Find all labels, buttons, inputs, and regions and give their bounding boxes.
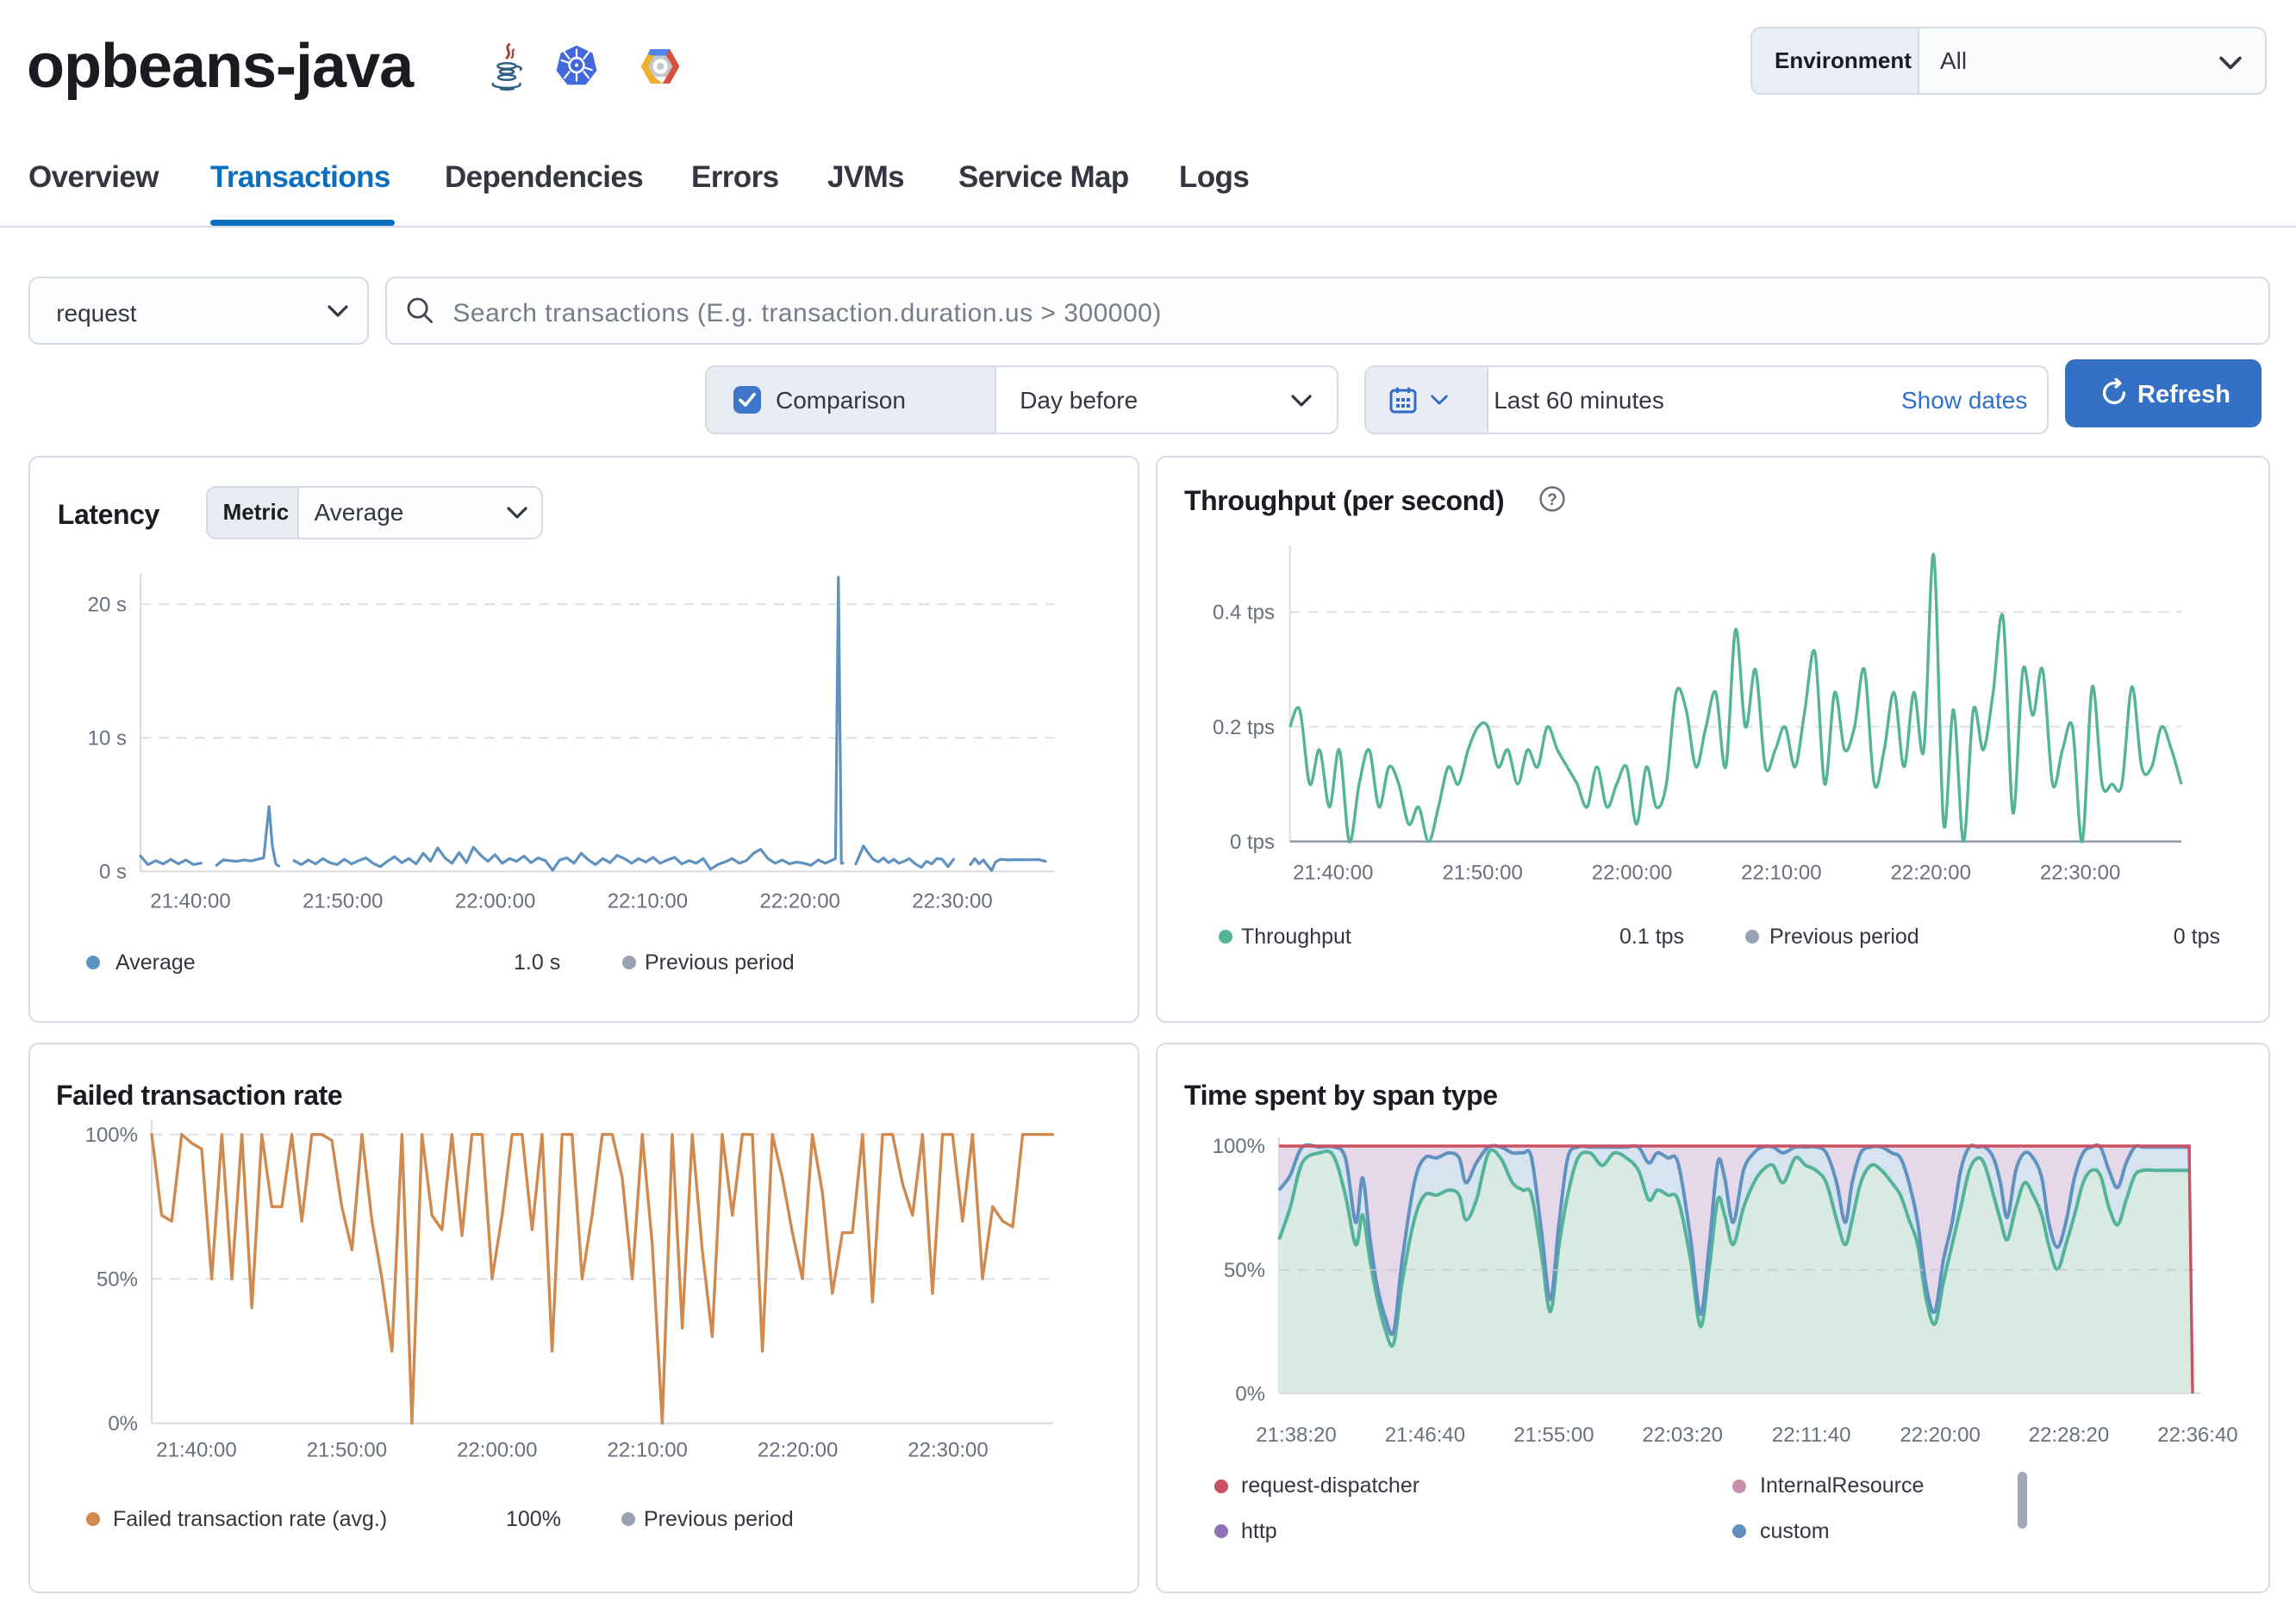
svg-text:0.2 tps: 0.2 tps	[1213, 716, 1275, 739]
svg-text:22:00:00: 22:00:00	[455, 889, 535, 913]
svg-text:22:11:40: 22:11:40	[1772, 1423, 1851, 1447]
svg-text:21:50:00: 21:50:00	[1442, 861, 1522, 884]
svg-text:10 s: 10 s	[88, 726, 127, 750]
svg-text:21:40:00: 21:40:00	[156, 1438, 236, 1461]
svg-text:22:10:00: 22:10:00	[607, 1438, 687, 1461]
svg-text:21:46:40: 21:46:40	[1385, 1423, 1465, 1447]
svg-text:22:30:00: 22:30:00	[2040, 861, 2120, 884]
svg-text:22:20:00: 22:20:00	[1900, 1423, 1980, 1447]
svg-text:0 s: 0 s	[99, 860, 127, 883]
svg-text:22:03:20: 22:03:20	[1643, 1423, 1723, 1447]
svg-text:22:30:00: 22:30:00	[908, 1438, 988, 1461]
svg-text:0.4 tps: 0.4 tps	[1213, 601, 1275, 624]
svg-text:22:20:00: 22:20:00	[759, 889, 839, 913]
svg-text:22:00:00: 22:00:00	[1592, 861, 1672, 884]
svg-text:100%: 100%	[1213, 1135, 1265, 1158]
svg-text:21:50:00: 21:50:00	[307, 1438, 387, 1461]
svg-text:100%: 100%	[85, 1124, 138, 1147]
svg-text:22:30:00: 22:30:00	[912, 889, 992, 913]
svg-text:22:20:00: 22:20:00	[758, 1438, 838, 1461]
svg-text:50%: 50%	[1224, 1259, 1265, 1282]
svg-text:21:40:00: 21:40:00	[150, 889, 230, 913]
svg-text:0 tps: 0 tps	[1230, 831, 1275, 854]
svg-text:22:00:00: 22:00:00	[457, 1438, 537, 1461]
svg-text:21:40:00: 21:40:00	[1293, 861, 1373, 884]
svg-text:21:55:00: 21:55:00	[1513, 1423, 1594, 1447]
svg-text:21:38:20: 21:38:20	[1256, 1423, 1336, 1447]
svg-text:21:50:00: 21:50:00	[303, 889, 383, 913]
svg-text:22:28:20: 22:28:20	[2029, 1423, 2109, 1447]
svg-text:22:10:00: 22:10:00	[608, 889, 688, 913]
svg-text:20 s: 20 s	[88, 593, 127, 616]
svg-text:50%: 50%	[97, 1268, 138, 1292]
svg-text:0%: 0%	[1235, 1382, 1265, 1405]
svg-text:22:10:00: 22:10:00	[1741, 861, 1821, 884]
svg-text:22:20:00: 22:20:00	[1891, 861, 1971, 884]
svg-text:22:36:40: 22:36:40	[2157, 1423, 2237, 1447]
svg-text:0%: 0%	[108, 1412, 138, 1436]
